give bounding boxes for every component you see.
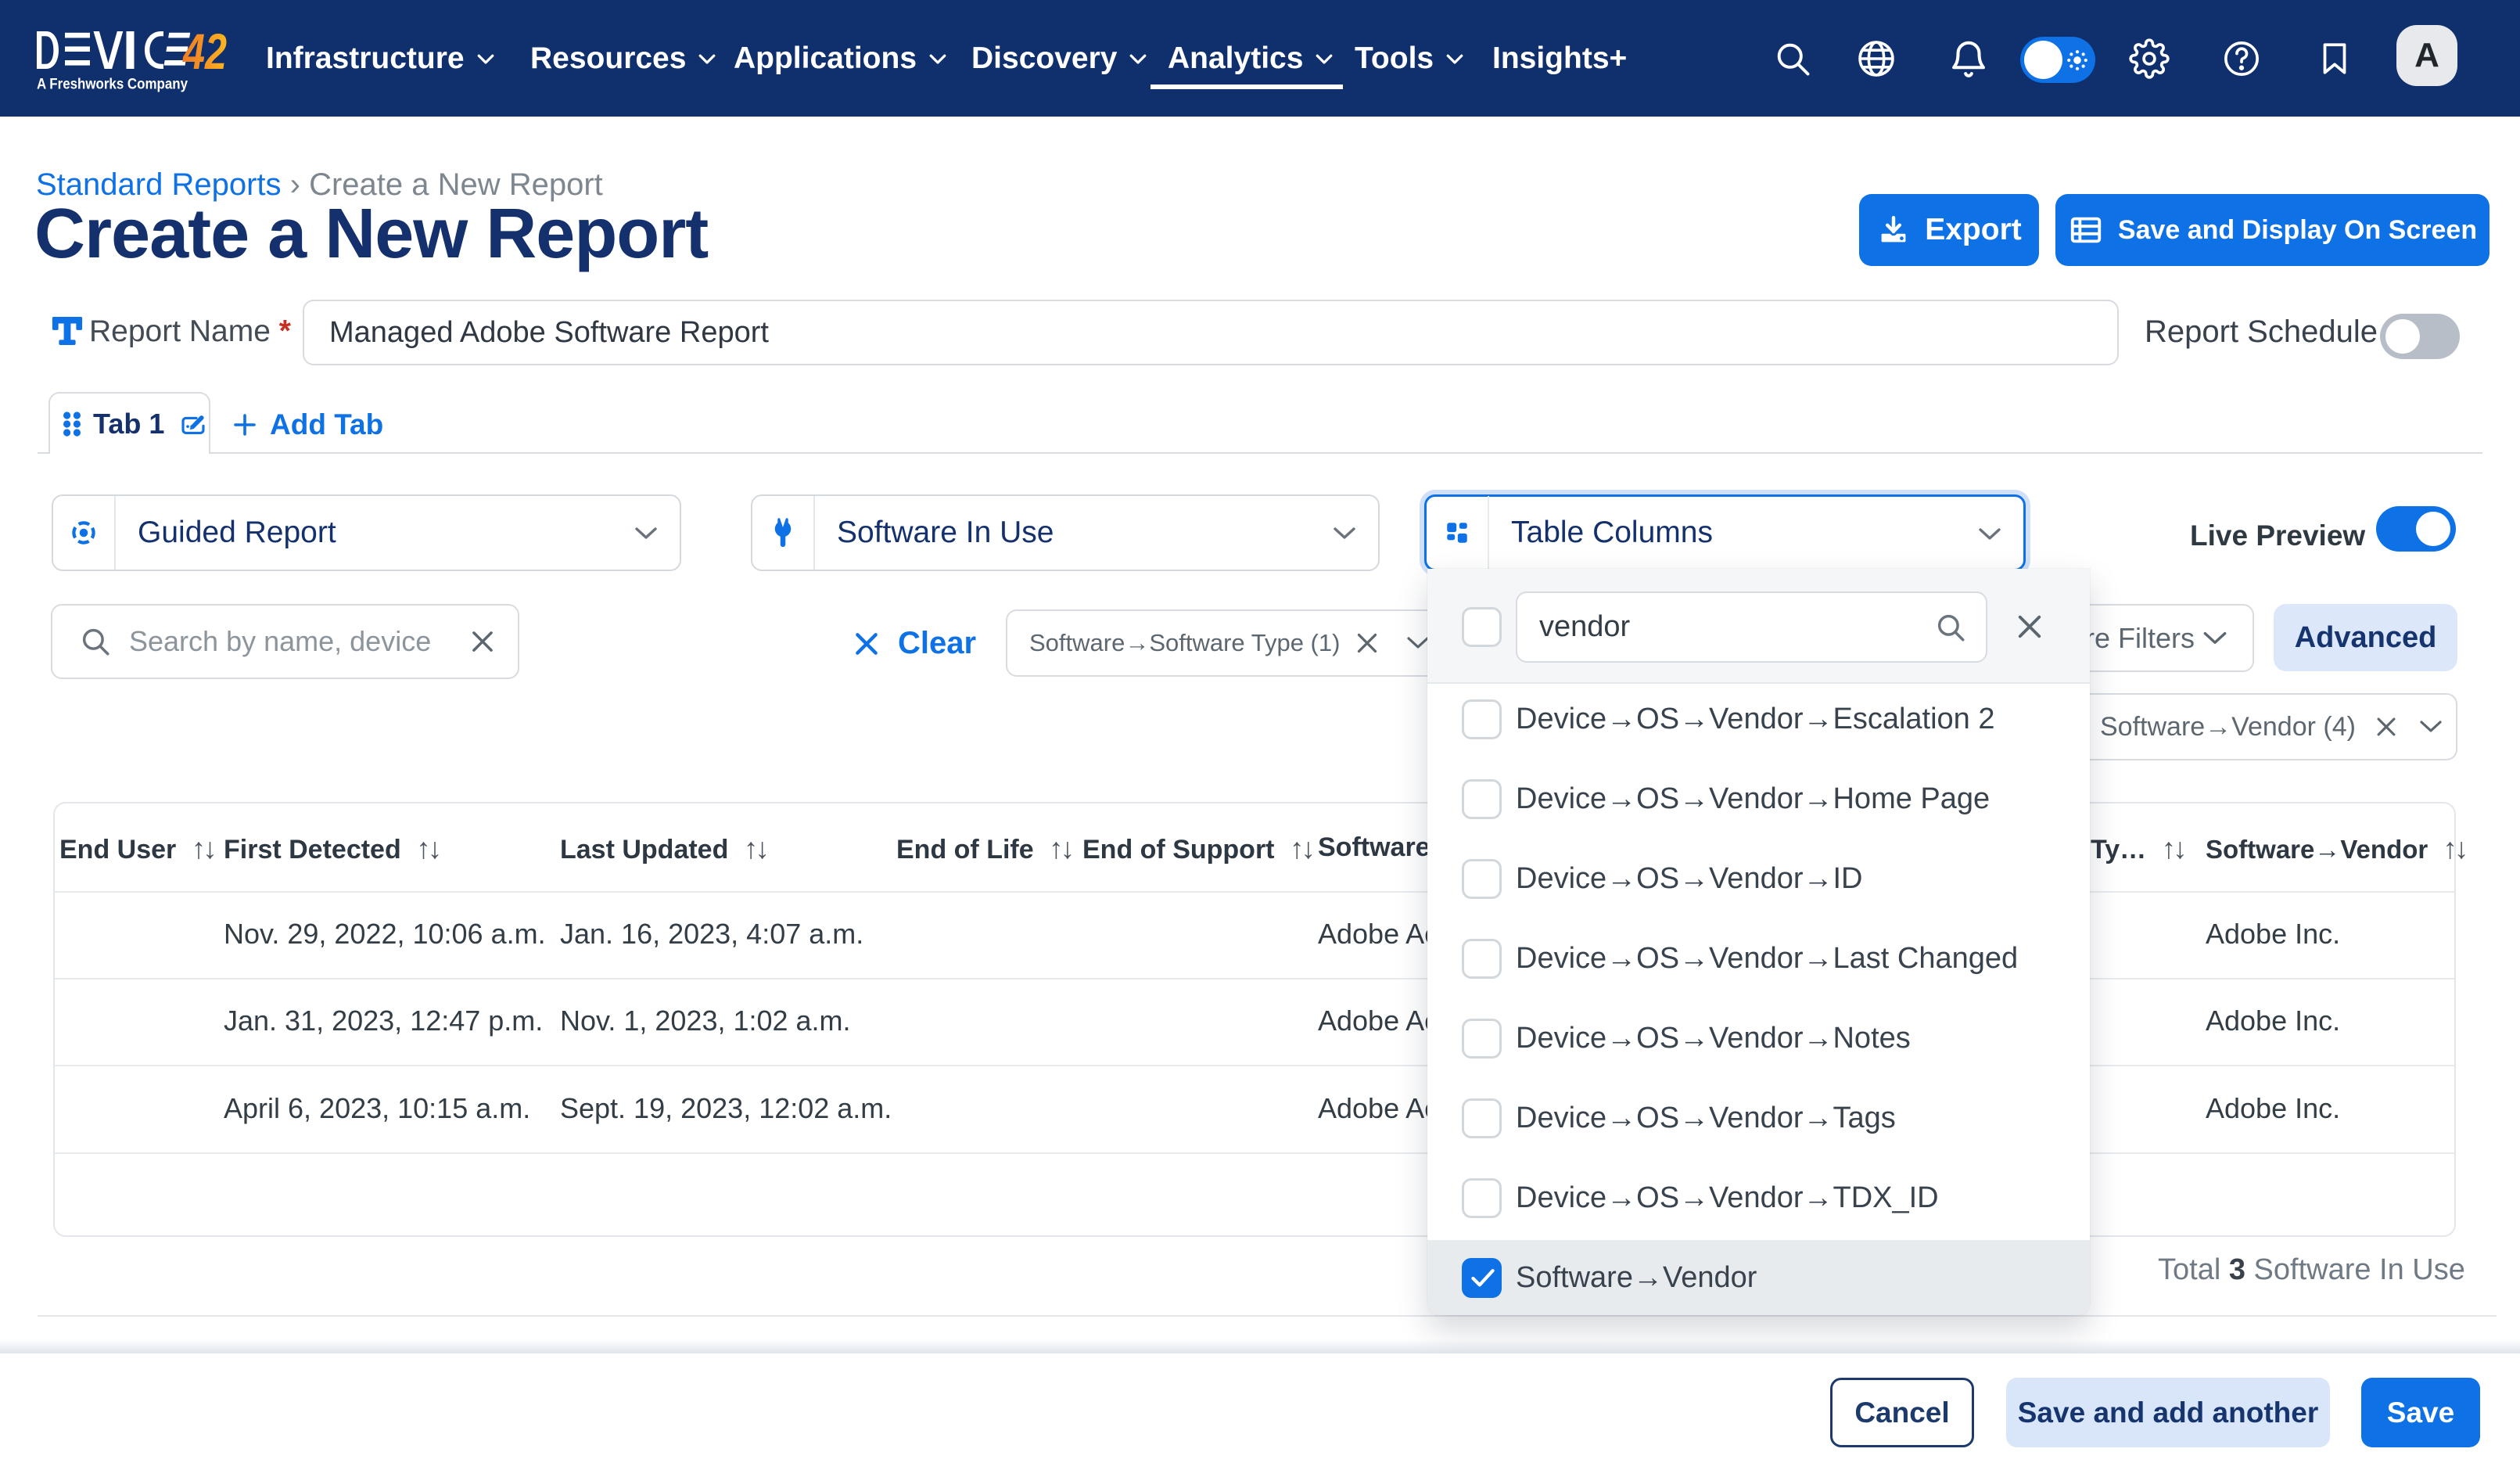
svg-text:42: 42 [181, 31, 227, 80]
svg-text:A Freshworks Company: A Freshworks Company [37, 76, 188, 93]
